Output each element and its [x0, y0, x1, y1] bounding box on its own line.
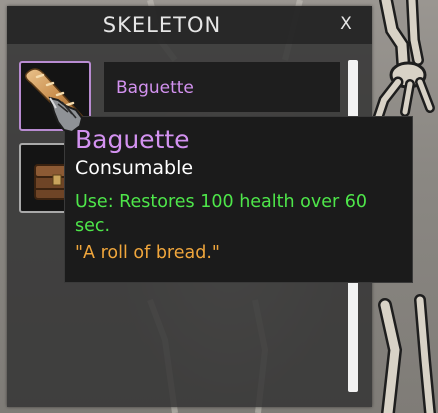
gauntlet-cursor-icon	[48, 96, 84, 134]
tooltip-item-type: Consumable	[75, 157, 194, 179]
loot-item-name-field[interactable]: Baguette	[104, 62, 340, 112]
item-tooltip: Baguette Consumable Use: Restores 100 he…	[64, 116, 413, 283]
loot-item-name: Baguette	[116, 78, 194, 98]
loot-window-header: SKELETON X	[7, 6, 372, 44]
loot-window-title: SKELETON	[102, 13, 222, 37]
tooltip-use-text: Use: Restores 100 health over 60 sec.	[75, 192, 368, 236]
tooltip-flavor-text: "A roll of bread."	[75, 243, 220, 263]
close-button[interactable]: X	[334, 14, 358, 36]
tooltip-item-name: Baguette	[75, 125, 190, 154]
